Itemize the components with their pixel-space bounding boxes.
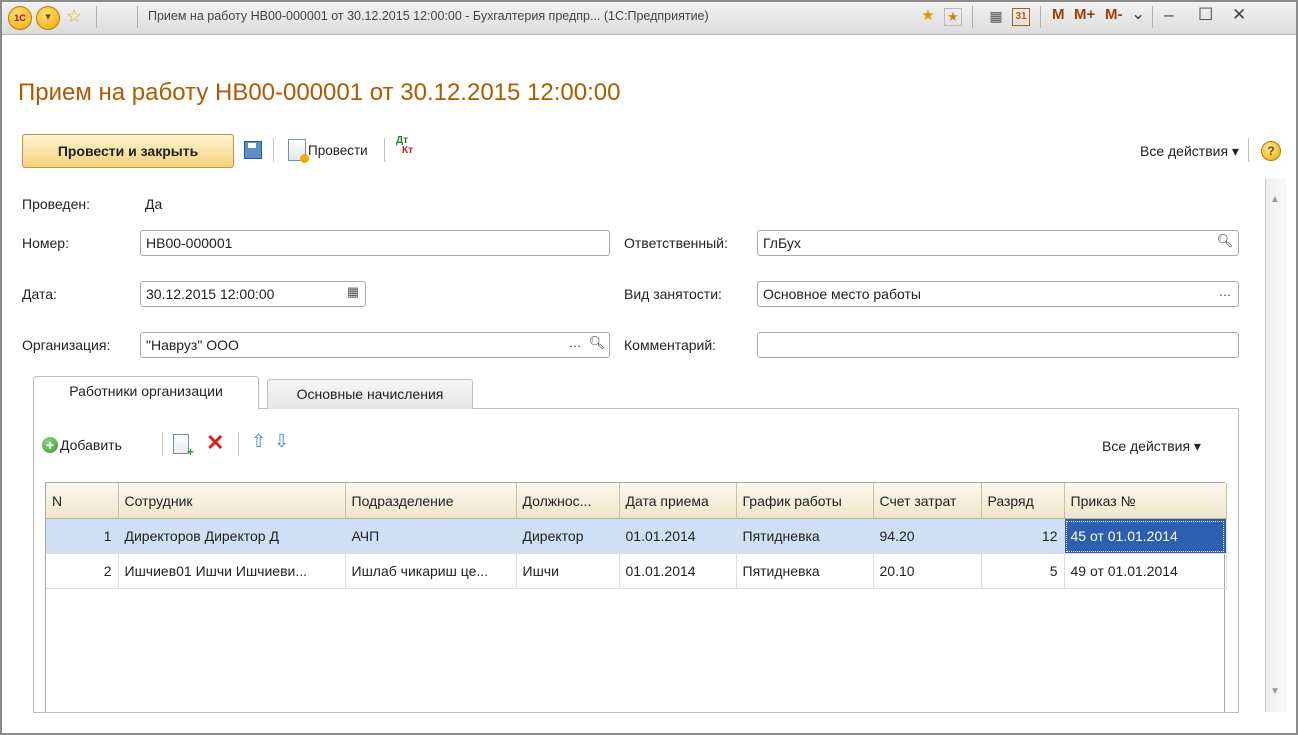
table-cell[interactable]: 45 от 01.01.2014 [1064,518,1227,554]
separator [1152,6,1153,28]
memory-m-minus-button[interactable]: M- [1105,6,1123,23]
responsible-label: Ответственный: [624,235,728,251]
table-cell[interactable]: 01.01.2014 [619,553,737,589]
move-down-icon[interactable]: ⇩ [274,431,289,452]
ellipsis-icon[interactable]: … [1214,281,1236,307]
favorites-icon[interactable]: ★ [944,8,962,26]
scroll-up-icon[interactable]: ▲ [1270,194,1280,205]
table-cell[interactable]: Ишчи [516,553,620,589]
table-cell[interactable]: АЧП [345,518,517,554]
app-menu-icon[interactable]: ▾ [36,6,60,30]
responsible-field[interactable]: ГлБух [757,230,1239,256]
column-header[interactable]: Счет затрат [873,483,982,519]
calendar-icon[interactable]: ▦ [342,281,364,307]
column-header[interactable]: Подразделение [345,483,517,519]
separator [1040,6,1041,28]
post-and-close-button[interactable]: Провести и закрыть [22,134,234,168]
table-cell[interactable]: 49 от 01.01.2014 [1064,553,1227,589]
number-label: Номер: [22,235,69,251]
table-row[interactable]: 1 Директоров Директор Д АЧП Директор 01.… [46,518,1227,554]
table-cell[interactable]: Пятидневка [736,553,874,589]
search-icon[interactable]: 🔍︎ [1214,230,1236,256]
table-cell[interactable]: Директоров Директор Д [118,518,346,554]
posted-label: Проведен: [22,196,90,212]
separator [384,138,385,162]
posted-value: Да [145,196,163,212]
calculator-icon[interactable]: ▦ [986,6,1006,26]
comment-label: Комментарий: [624,337,717,353]
employees-table[interactable]: N Сотрудник Подразделение Должнос... Дат… [45,482,1227,712]
separator [96,6,97,28]
employment-type-field[interactable]: Основное место работы [757,281,1239,307]
column-header[interactable]: Приказ № [1064,483,1227,519]
separator [137,6,138,28]
separator [1248,138,1249,162]
all-actions-button[interactable]: Все действия ▾ [1140,143,1239,160]
post-document-icon[interactable] [288,139,309,163]
separator [972,6,973,28]
memory-m-button[interactable]: M [1052,6,1065,23]
table-cell[interactable]: 94.20 [873,518,982,554]
search-icon[interactable]: 🔍︎ [586,332,608,358]
tab-main-accruals[interactable]: Основные начисления [267,379,473,409]
close-icon[interactable]: ✕ [1232,5,1246,25]
add-button[interactable]: Добавить [60,437,122,453]
memory-m-plus-button[interactable]: M+ [1074,6,1095,23]
column-header[interactable]: Сотрудник [118,483,346,519]
history-icon[interactable]: ★ [918,6,938,26]
page-title: Прием на работу НВ00-000001 от 30.12.201… [18,79,621,106]
ellipsis-icon[interactable]: … [564,332,586,358]
favorite-star-icon[interactable]: ☆ [66,6,82,27]
column-header[interactable]: График работы [736,483,874,519]
employment-type-label: Вид занятости: [624,286,722,302]
table-cell[interactable]: Директор [516,518,620,554]
delete-icon[interactable]: ✕ [206,430,224,456]
calendar-icon[interactable]: 31 [1012,8,1030,26]
table-row[interactable]: 2 Ишчиев01 Ишчи Ишчиеви... Ишлаб чикариш… [46,553,1227,589]
table-cell[interactable]: Пятидневка [736,518,874,554]
comment-field[interactable] [757,332,1239,358]
kt-label: Кт [402,145,414,156]
1c-logo-icon[interactable]: 1С [8,6,32,30]
dt-kt-icon[interactable]: Дт Кт [396,136,413,156]
scroll-down-icon[interactable]: ▼ [1270,686,1280,697]
chevron-down-icon[interactable]: ⌄ [1131,4,1145,24]
maximize-icon[interactable]: ☐ [1198,5,1213,25]
table-cell[interactable]: 01.01.2014 [619,518,737,554]
window-title: Прием на работу НВ00-000001 от 30.12.201… [148,9,709,23]
save-icon[interactable] [244,141,262,159]
table-cell[interactable]: Ишчиев01 Ишчи Ишчиеви... [118,553,346,589]
table-header-row: N Сотрудник Подразделение Должнос... Дат… [46,483,1227,519]
add-icon[interactable]: + [42,437,58,453]
column-header[interactable]: Дата приема [619,483,737,519]
tab-employees[interactable]: Работники организации [33,376,259,409]
column-header[interactable]: Разряд [981,483,1065,519]
table-cell[interactable]: 2 [46,553,119,589]
date-field[interactable]: 30.12.2015 12:00:00 [140,281,366,307]
move-up-icon[interactable]: ⇧ [251,431,266,452]
date-label: Дата: [22,286,57,302]
copy-icon[interactable] [173,434,194,459]
help-icon[interactable]: ? [1261,141,1281,161]
separator [273,138,274,162]
table-all-actions-button[interactable]: Все действия ▾ [1102,438,1201,455]
table-cell[interactable]: 1 [46,518,119,554]
column-header[interactable]: N [46,483,119,519]
table-cell[interactable]: 5 [981,553,1065,589]
table-cell[interactable]: 20.10 [873,553,982,589]
vertical-scrollbar[interactable] [1265,178,1287,712]
organization-field[interactable]: "Навруз" ООО [140,332,610,358]
minimize-icon[interactable]: – [1164,5,1173,25]
number-field[interactable]: НВ00-000001 [140,230,610,256]
table-cell[interactable]: 12 [981,518,1065,554]
post-button[interactable]: Провести [308,143,368,158]
separator [238,432,239,456]
organization-label: Организация: [22,337,111,353]
column-header[interactable]: Должнос... [516,483,620,519]
table-cell[interactable]: Ишлаб чикариш це... [345,553,517,589]
separator [162,432,163,456]
